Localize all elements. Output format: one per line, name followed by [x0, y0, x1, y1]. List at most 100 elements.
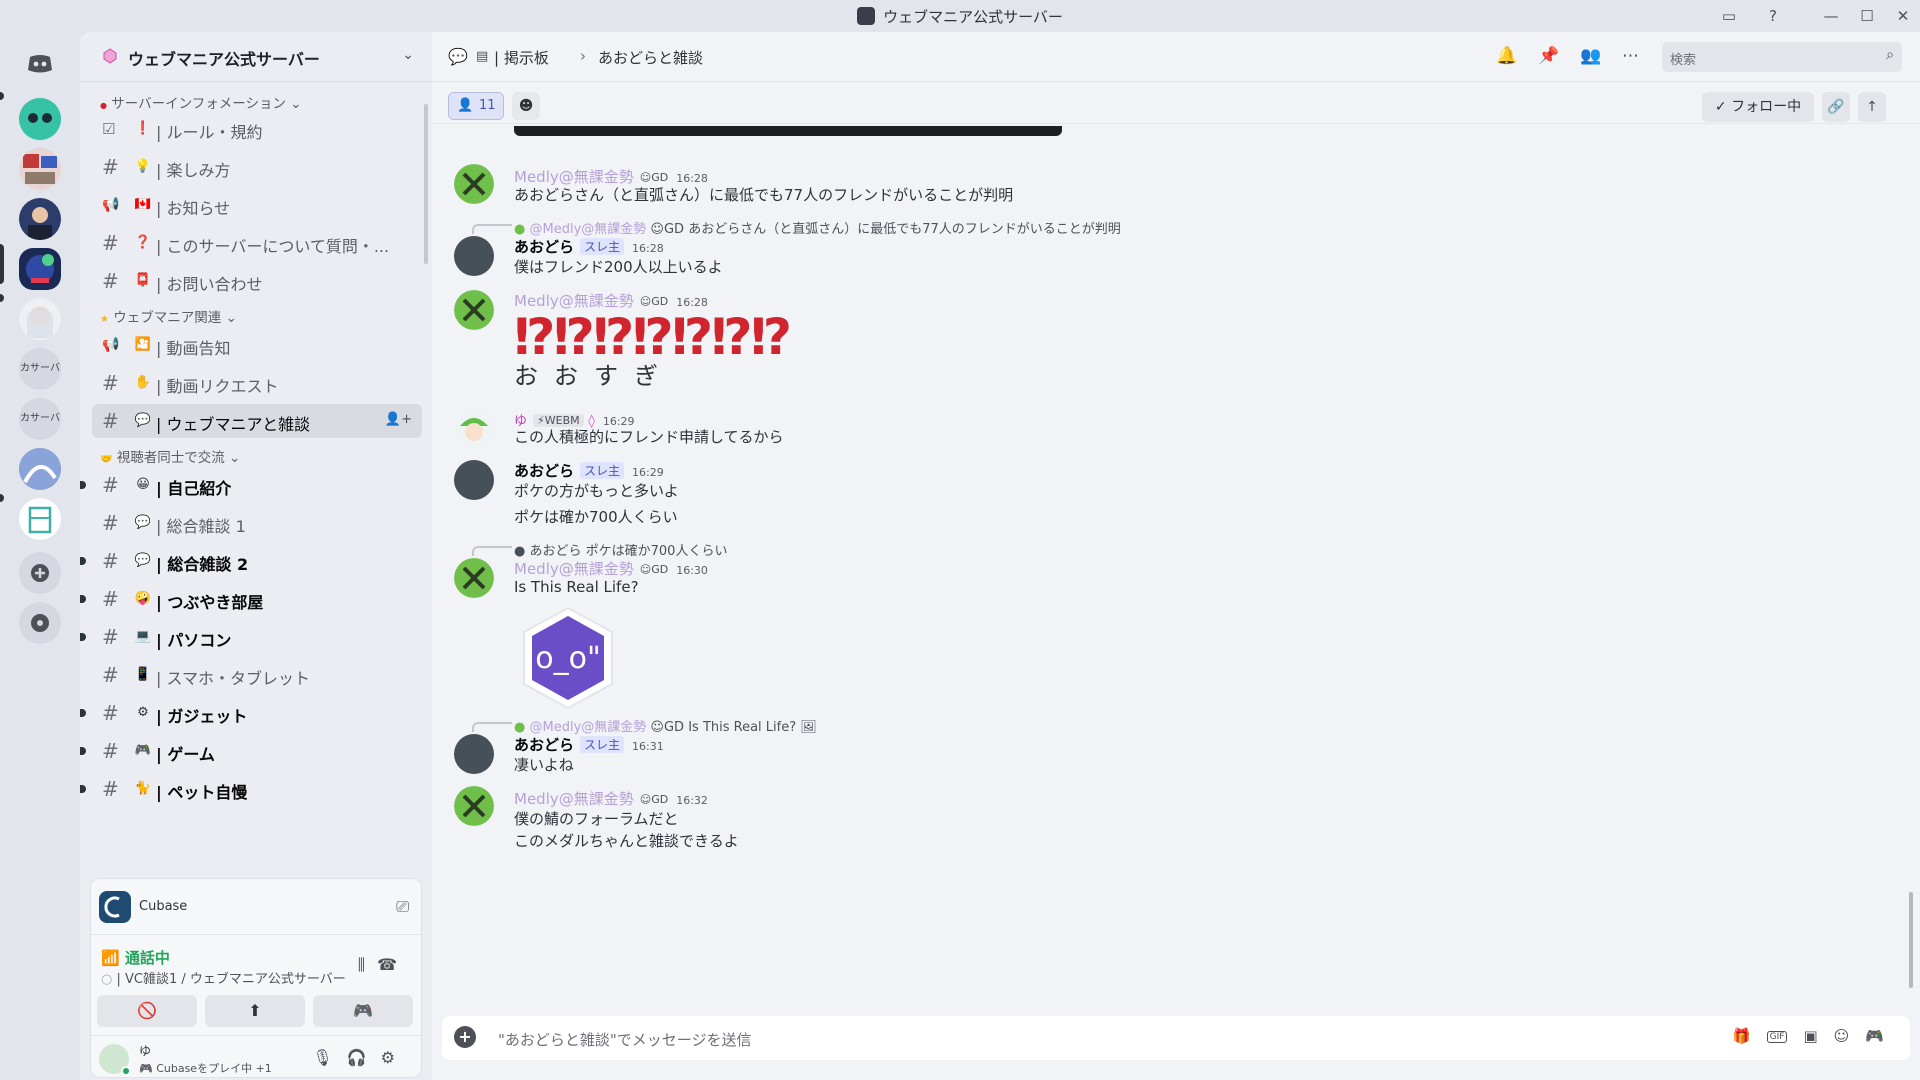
help-icon[interactable]: ? — [1758, 4, 1788, 28]
avatar[interactable] — [454, 558, 494, 598]
members-icon[interactable]: 👥 — [1580, 46, 1601, 66]
author-name[interactable]: あおどら — [514, 736, 574, 754]
channel-rules[interactable]: ☑ ❗ | ルール・規約 — [92, 112, 422, 146]
channel-emoji: 🤪 — [134, 591, 152, 606]
attach-plus-icon[interactable]: + — [454, 1026, 476, 1048]
reaction-button[interactable]: ☻ — [512, 92, 540, 120]
jump-top-button[interactable]: ↑ — [1858, 92, 1886, 122]
voice-channel[interactable]: ○ | VC雑談1 / ウェブマニア公式サーバー — [101, 968, 346, 987]
search-input[interactable]: 検索 ⌕ — [1662, 42, 1902, 72]
avatar[interactable] — [454, 408, 494, 448]
main-content: 💬 ▤ | 掲示板 › あおどらと雑談 🔔 📌 👥 ⋯ 検索 ⌕ 👤 11 ☻ ✓… — [432, 32, 1920, 1080]
add-member-icon[interactable]: 👤+ — [385, 412, 412, 427]
channel-contact[interactable]: # 📮 | お問い合わせ — [92, 264, 422, 298]
pin-icon[interactable]: 📌 — [1538, 46, 1559, 66]
microphone-icon[interactable]: 🎙 — [312, 1048, 346, 1067]
channel-video-announce[interactable]: 📢 🎦 | 動画告知 — [92, 328, 422, 362]
avatar[interactable] — [454, 236, 494, 276]
reply-preview[interactable]: ● あおどら ポケは確か700人くらい — [514, 540, 727, 559]
author-name[interactable]: あおどら — [514, 462, 574, 480]
author-name[interactable]: Medly@無課金勢 — [514, 560, 634, 578]
server-header[interactable]: ウェブマニア公式サーバー ⌄ — [80, 32, 432, 82]
sidebar-scrollbar[interactable] — [424, 104, 428, 264]
emoji-icon[interactable]: ☺ — [1834, 1027, 1866, 1045]
add-server-button[interactable] — [19, 552, 61, 594]
sticker-icon[interactable]: ▣ — [1803, 1027, 1833, 1045]
more-icon[interactable]: ⋯ — [1622, 46, 1639, 66]
channel-tweets[interactable]: # 🤪 | つぶやき部屋 — [80, 582, 422, 616]
category-header[interactable]: ★ ウェブマニア関連 ⌄ — [100, 306, 237, 326]
check-icon: ✓ — [1714, 99, 1727, 115]
server-icon[interactable] — [19, 98, 61, 140]
author-name[interactable]: Medly@無課金勢 — [514, 790, 634, 808]
camera-off-button[interactable]: 🚫 — [97, 995, 197, 1027]
avatar[interactable] — [454, 786, 494, 826]
channel-general-2[interactable]: # 💬 | 総合雑談 2 — [80, 544, 422, 578]
share-screen-button[interactable]: ⬆ — [205, 995, 305, 1027]
message-scrollbar[interactable] — [1909, 892, 1913, 988]
follow-button[interactable]: ✓ フォロー中 — [1702, 92, 1814, 122]
channel-questions[interactable]: # ❓ | このサーバーについて質問・... — [92, 226, 422, 260]
channel-emoji: ✋ — [134, 375, 152, 390]
server-icon-text[interactable]: カサーバ — [19, 348, 61, 390]
stream-icon[interactable]: ⎚ — [396, 897, 409, 917]
sticker[interactable]: o_o" — [514, 604, 622, 712]
gift-icon[interactable]: 🎁 — [1732, 1027, 1767, 1045]
spaced-text: おおすぎ — [514, 362, 674, 390]
thread-members-button[interactable]: 👤 11 — [448, 92, 504, 120]
category-header[interactable]: ● サーバーインフォメーション ⌄ — [100, 92, 302, 112]
copy-link-button[interactable]: 🔗 — [1822, 92, 1850, 122]
server-icon[interactable] — [19, 298, 61, 340]
headphones-icon[interactable]: 🎧 — [347, 1048, 381, 1067]
home-button[interactable] — [19, 42, 61, 84]
server-icon[interactable] — [19, 498, 61, 540]
server-icon-text[interactable]: カサーバ — [19, 398, 61, 440]
channel-how-to[interactable]: # 💡 | 楽しみ方 — [92, 150, 422, 184]
server-icon-selected[interactable] — [19, 248, 61, 290]
avatar[interactable] — [454, 164, 494, 204]
avatar[interactable] — [454, 290, 494, 330]
category-header[interactable]: 🤝 視聴者同士で交流 ⌄ — [100, 446, 240, 466]
close-button[interactable]: ✕ — [1888, 4, 1918, 28]
channel-pc[interactable]: # 💻 | パソコン — [80, 620, 422, 654]
hash-icon: # — [102, 155, 119, 179]
gear-icon[interactable]: ⚙ — [381, 1048, 409, 1067]
minimize-button[interactable]: — — [1816, 4, 1846, 28]
tools-avatar-icon — [454, 164, 494, 204]
server-icon[interactable] — [19, 198, 61, 240]
noise-suppression-icon[interactable]: ⫼ — [358, 955, 377, 974]
author-name[interactable]: あおどら — [514, 238, 574, 256]
channel-self-intro[interactable]: # 😀 | 自己紹介 — [80, 468, 422, 502]
server-icon[interactable] — [19, 148, 61, 190]
channel-gadget[interactable]: # ⚙ | ガジェット — [80, 696, 422, 730]
channel-general-1[interactable]: # 💬 | 総合雑談 1 — [92, 506, 422, 540]
gif-icon[interactable]: GIF — [1766, 1031, 1788, 1043]
channel-label: | ゲーム — [156, 745, 215, 764]
maximize-button[interactable]: ☐ — [1852, 4, 1882, 28]
op-badge: スレ主 — [580, 462, 625, 479]
message-composer[interactable]: + "あおどらと雑談"でメッセージを送信 🎁 GIF ▣☺🎮 — [442, 1016, 1910, 1060]
channel-video-request[interactable]: # ✋ | 動画リクエスト — [92, 366, 422, 400]
bell-icon[interactable]: 🔔 — [1496, 46, 1517, 66]
activities-button[interactable]: 🎮 — [313, 995, 413, 1027]
hash-icon: # — [102, 777, 119, 801]
channel-game[interactable]: # 🎮 | ゲーム — [80, 734, 422, 768]
reply-preview[interactable]: ● @Medly@無課金勢 ☺GD Is This Real Life? 🖼 — [514, 716, 817, 735]
unread-indicator — [0, 92, 4, 100]
channel-pets[interactable]: # 🐈 | ペット自慢 — [80, 772, 422, 806]
channel-smartphone[interactable]: # 📱 | スマホ・タブレット — [92, 658, 422, 692]
board-icon: ▤ — [476, 49, 489, 64]
disconnect-icon[interactable]: ☎ — [377, 955, 409, 974]
server-icon[interactable] — [19, 448, 61, 490]
avatar[interactable] — [454, 734, 494, 774]
activity-card[interactable]: Cubase ⎚ — [91, 879, 421, 935]
voice-status[interactable]: 📶 通話中 — [101, 947, 170, 968]
discover-button[interactable] — [19, 602, 61, 644]
breadcrumb-forum[interactable]: | 掲示板 — [494, 47, 549, 68]
channel-webmania-chat[interactable]: # 💬 | ウェブマニアと雑談 👤+ — [92, 404, 422, 438]
reply-preview[interactable]: ● @Medly@無課金勢 ☺GD あおどらさん（と直弧さん）に最低でも77人の… — [514, 218, 1121, 237]
avatar[interactable] — [454, 460, 494, 500]
apps-icon[interactable]: 🎮 — [1865, 1027, 1900, 1045]
channel-announcements[interactable]: 📢 🇨🇦 | お知らせ — [92, 188, 422, 222]
inbox-icon[interactable]: ▭ — [1714, 4, 1744, 28]
